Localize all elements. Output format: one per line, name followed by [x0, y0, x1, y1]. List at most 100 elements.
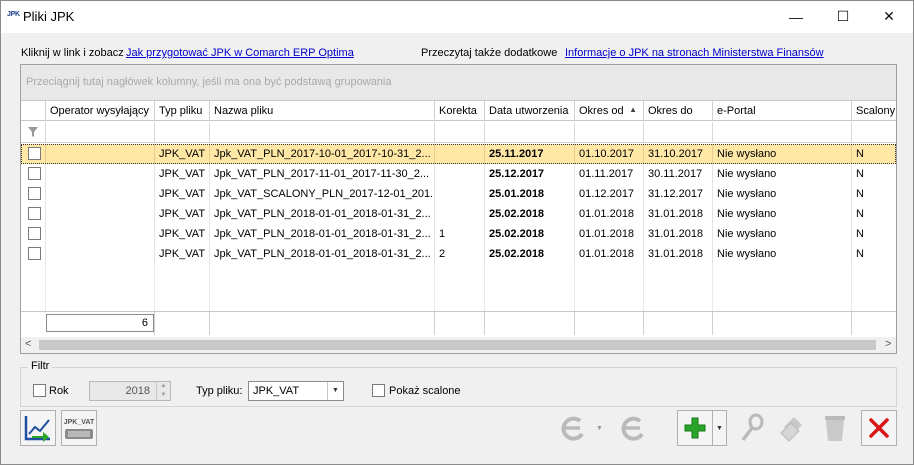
cell-scalony: N	[856, 148, 864, 160]
table-row[interactable]: JPK_VAT Jpk_VAT_PLN_2017-11-01_2017-11-3…	[21, 164, 896, 184]
rok-value: 2018	[125, 385, 150, 397]
eportal-send-button[interactable]	[555, 410, 591, 446]
spinner-arrows-icon[interactable]: ▲ ▼	[156, 382, 170, 400]
jpk-vat-icon: JPK_VAT	[64, 419, 95, 439]
horizontal-scrollbar[interactable]: < >	[21, 337, 896, 353]
view-button[interactable]	[734, 410, 770, 446]
table-row[interactable]: JPK_VAT Jpk_VAT_PLN_2018-01-01_2018-01-3…	[21, 244, 896, 264]
row-checkbox[interactable]	[28, 227, 41, 240]
cell-typ: JPK_VAT	[155, 164, 210, 184]
cell-operator	[46, 184, 155, 204]
cell-typ: JPK_VAT	[155, 244, 210, 264]
filter-row-cell[interactable]	[713, 122, 852, 143]
add-button[interactable]	[677, 410, 713, 446]
scrollbar-thumb[interactable]	[39, 340, 876, 350]
column-header-checkbox[interactable]	[21, 101, 46, 121]
filter-row-cell[interactable]	[210, 122, 435, 143]
footer-cell	[852, 311, 896, 335]
jpk-vat-icon-text: JPK_VAT	[64, 419, 95, 426]
column-header-scalony[interactable]: Scalony	[852, 101, 896, 121]
filter-row-cell[interactable]	[852, 122, 896, 143]
cell-data: 25.01.2018	[485, 184, 575, 204]
column-header-okres-od[interactable]: Okres od ▲	[575, 101, 644, 121]
footer-cell	[155, 311, 210, 335]
row-checkbox[interactable]	[28, 207, 41, 220]
export-chart-icon	[24, 416, 50, 442]
rok-checkbox[interactable]	[33, 384, 46, 397]
export-button[interactable]	[20, 410, 56, 446]
table-row[interactable]: JPK_VAT Jpk_VAT_PLN_2018-01-01_2018-01-3…	[21, 204, 896, 224]
row-checkbox[interactable]	[28, 187, 41, 200]
info-links-bar: Kliknij w link i zobacz Jak przygotować …	[21, 47, 901, 61]
cell-okres-od: 01.10.2017	[575, 144, 644, 164]
scroll-right-arrow[interactable]: >	[885, 338, 891, 350]
cell-data: 25.02.2018	[485, 244, 575, 264]
row-checkbox[interactable]	[28, 147, 41, 160]
cell-eportal: Nie wysłano	[713, 144, 852, 164]
table-row[interactable]: JPK_VAT Jpk_VAT_PLN_2017-10-01_2017-10-3…	[21, 144, 896, 164]
column-header-data[interactable]: Data utworzenia	[485, 101, 575, 121]
filter-row-cell[interactable]	[575, 122, 644, 143]
footer-cell	[713, 311, 852, 335]
filter-row-cell[interactable]	[435, 122, 485, 143]
footer-cell	[210, 311, 435, 335]
cell-eportal: Nie wysłano	[713, 184, 852, 204]
filter-row-cell[interactable]	[644, 122, 713, 143]
close-window-button[interactable]: ✕	[866, 1, 912, 32]
chevron-down-icon[interactable]: ▼	[327, 382, 343, 400]
grid-empty-area	[21, 264, 896, 311]
okres-od-label: Okres od	[579, 105, 624, 117]
cell-operator	[46, 144, 155, 164]
filter-row-cell[interactable]	[155, 122, 210, 143]
cell-okres-od: 01.11.2017	[575, 164, 644, 184]
typ-pliku-select[interactable]: JPK_VAT ▼	[248, 381, 344, 401]
row-checkbox[interactable]	[28, 247, 41, 260]
column-header-operator[interactable]: Operator wysyłający	[46, 101, 155, 121]
cell-okres-do: 31.01.2018	[644, 244, 713, 264]
column-header-korekta[interactable]: Korekta	[435, 101, 485, 121]
eportal-status-button[interactable]	[615, 410, 651, 446]
cell-nazwa: Jpk_VAT_PLN_2017-10-01_2017-10-31_2...	[210, 144, 435, 164]
filter-row-cell[interactable]	[21, 122, 46, 143]
cell-nazwa: Jpk_VAT_SCALONY_PLN_2017-12-01_201...	[210, 184, 435, 204]
column-header-typ[interactable]: Typ pliku	[155, 101, 210, 121]
minimize-button[interactable]: —	[773, 1, 819, 32]
close-dialog-button[interactable]	[861, 410, 897, 446]
cell-nazwa: Jpk_VAT_PLN_2018-01-01_2018-01-31_2...	[210, 224, 435, 244]
column-header-eportal[interactable]: e-Portal	[713, 101, 852, 121]
eportal-dropdown-arrow[interactable]: ▼	[593, 410, 607, 446]
column-header-nazwa[interactable]: Nazwa pliku	[210, 101, 435, 121]
cell-nazwa: Jpk_VAT_PLN_2017-11-01_2017-11-30_2...	[210, 164, 435, 184]
filter-row-cell[interactable]	[485, 122, 575, 143]
table-row[interactable]: JPK_VAT Jpk_VAT_PLN_2018-01-01_2018-01-3…	[21, 224, 896, 244]
ministry-info-link[interactable]: Informacje o JPK na stronach Ministerstw…	[565, 47, 824, 59]
group-by-area[interactable]: Przeciągnij tutaj nagłówek kolumny, jeśl…	[21, 65, 896, 101]
row-checkbox[interactable]	[28, 167, 41, 180]
jpk-vat-button[interactable]: JPK_VAT	[61, 410, 97, 446]
filter-legend: Filtr	[28, 360, 53, 372]
sort-ascending-icon: ▲	[629, 105, 637, 114]
cell-scalony: N	[856, 168, 864, 180]
trash-button[interactable]	[817, 410, 853, 446]
cell-eportal: Nie wysłano	[713, 244, 852, 264]
table-row[interactable]: JPK_VAT Jpk_VAT_SCALONY_PLN_2017-12-01_2…	[21, 184, 896, 204]
pokaz-scalone-checkbox[interactable]	[372, 384, 385, 397]
edit-button[interactable]	[775, 410, 811, 446]
cell-korekta	[435, 204, 485, 224]
rok-spinner[interactable]: 2018 ▲ ▼	[89, 381, 171, 401]
cell-okres-do: 31.12.2017	[644, 184, 713, 204]
cell-korekta: 1	[435, 224, 485, 244]
main-window: JPK Pliki JPK — ☐ ✕ Kliknij w link i zob…	[0, 0, 914, 465]
plus-icon	[684, 417, 706, 439]
filter-row-cell[interactable]	[46, 122, 155, 143]
cell-korekta	[435, 184, 485, 204]
cell-okres-od: 01.01.2018	[575, 224, 644, 244]
jpk-app-icon: JPK	[7, 11, 20, 18]
maximize-button[interactable]: ☐	[820, 1, 866, 32]
scroll-left-arrow[interactable]: <	[25, 338, 31, 350]
add-dropdown-arrow[interactable]: ▼	[713, 410, 727, 446]
comarch-guide-link[interactable]: Jak przygotować JPK w Comarch ERP Optima	[126, 47, 354, 59]
window-title: Pliki JPK	[23, 9, 75, 24]
filter-icon	[28, 127, 38, 137]
column-header-okres-do[interactable]: Okres do	[644, 101, 713, 121]
